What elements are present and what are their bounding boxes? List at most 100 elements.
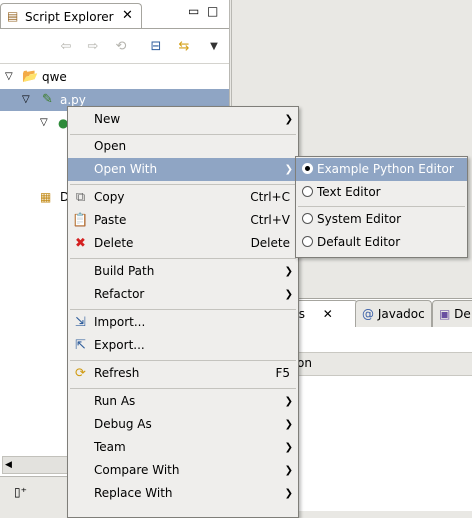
chevron-right-icon: ❯ [284,488,293,499]
menu-item-label: Team [94,440,126,454]
tab-label: De [454,307,471,321]
tab-javadoc[interactable]: @ Javadoc [355,300,432,327]
maximize-icon[interactable]: □ [207,4,218,18]
radio-icon [302,186,313,197]
minimize-icon[interactable]: ▭ [188,4,199,18]
menu-item-label: Open With [94,162,158,176]
project-folder-icon: 📂 [22,69,39,84]
close-icon[interactable]: ✕ [323,307,333,321]
menu-item-delete[interactable]: ✖ Delete Delete [68,232,298,255]
open-with-submenu: Example Python Editor Text Editor System… [295,156,468,258]
menu-item-label: Paste [94,213,127,227]
submenu-item-text-editor[interactable]: Text Editor [296,181,467,204]
menu-item-label: Export... [94,338,145,352]
menu-separator [70,184,296,185]
up-icon[interactable]: ⟲ [113,39,129,55]
menu-item-label: Refactor [94,287,145,301]
menu-item-label: Build Path [94,264,155,278]
script-explorer-tab-label: Script Explorer [25,10,114,24]
shortcut-label: Delete [250,236,290,250]
forward-icon[interactable]: ⇨ [85,39,101,55]
menu-separator [70,360,296,361]
tree-item-library[interactable]: ▦ D [0,186,69,208]
menu-separator [70,258,296,259]
submenu-item-label: System Editor [317,212,402,226]
link-with-editor-icon[interactable]: ⇆ [176,39,192,55]
shortcut-label: Ctrl+C [250,190,290,204]
context-menu: New ❯ Open Open With ❯ ⧉ Copy Ctrl+C 📋 P… [67,106,299,518]
script-explorer-icon: ▤ [7,9,19,23]
menu-item-copy[interactable]: ⧉ Copy Ctrl+C [68,186,298,209]
tree-item-label: qwe [42,70,67,84]
menu-item-label: Import... [94,315,146,329]
menu-item-replace-with[interactable]: Replace With ❯ [68,482,298,505]
close-icon[interactable]: ✕ [122,8,133,23]
menu-item-refactor[interactable]: Refactor ❯ [68,283,298,306]
menu-item-team[interactable]: Team ❯ [68,436,298,459]
export-icon: ⇱ [75,338,86,353]
menu-item-debug-as[interactable]: Debug As ❯ [68,413,298,436]
menu-item-label: Open [94,139,127,153]
column-header[interactable]: on [297,356,312,370]
script-explorer-tab[interactable]: ▤ Script Explorer ✕ [0,3,142,29]
declaration-icon: ▣ [439,307,451,321]
chevron-right-icon: ❯ [284,419,293,430]
chevron-right-icon: ❯ [284,289,293,300]
paste-icon: 📋 [72,213,89,228]
menu-item-paste[interactable]: 📋 Paste Ctrl+V [68,209,298,232]
menu-item-label: Replace With [94,486,173,500]
menu-item-label: Compare With [94,463,180,477]
menu-item-label: Run As [94,394,136,408]
delete-icon: ✖ [75,236,86,251]
menu-item-import[interactable]: ⇲ Import... [68,311,298,334]
javadoc-icon: @ [362,307,374,321]
fast-view-icon[interactable]: ▯⁺ [14,485,27,499]
menu-item-refresh[interactable]: ⟳ Refresh F5 [68,362,298,385]
chevron-down-icon[interactable]: ▽ [22,89,30,111]
shortcut-label: Ctrl+V [250,213,290,227]
chevron-right-icon: ❯ [284,164,293,175]
view-menu-icon[interactable]: ▼ [206,39,222,55]
chevron-right-icon: ❯ [284,114,293,125]
menu-item-build-path[interactable]: Build Path ❯ [68,260,298,283]
menu-item-label: Refresh [94,366,140,380]
tab-declaration[interactable]: ▣ De [432,300,472,327]
menu-item-open-with[interactable]: Open With ❯ [68,158,298,181]
menu-separator [70,309,296,310]
menu-item-new[interactable]: New ❯ [68,108,298,131]
chevron-down-icon[interactable]: ▽ [5,66,13,88]
menu-item-label: Delete [94,236,134,250]
menu-item-open[interactable]: Open [68,135,298,158]
menu-item-run-as[interactable]: Run As ❯ [68,390,298,413]
explorer-toolbar: ⇦ ⇨ ⟲ ⊟ ⇆ ▼ [0,29,229,64]
submenu-item-label: Example Python Editor [317,162,454,176]
menu-separator [70,388,296,389]
radio-icon [302,236,313,247]
tree-item-project[interactable]: ▽ 📂 qwe [0,66,229,88]
chevron-right-icon: ❯ [284,396,293,407]
collapse-all-icon[interactable]: ⊟ [148,39,164,55]
menu-item-compare-with[interactable]: Compare With ❯ [68,459,298,482]
submenu-item-system-editor[interactable]: System Editor [296,208,467,231]
back-icon[interactable]: ⇦ [58,39,74,55]
submenu-item-label: Default Editor [317,235,401,249]
submenu-item-label: Text Editor [317,185,381,199]
refresh-icon: ⟳ [75,366,86,381]
submenu-item-example-python-editor[interactable]: Example Python Editor [296,158,467,181]
menu-item-export[interactable]: ⇱ Export... [68,334,298,357]
submenu-item-default-editor[interactable]: Default Editor [296,231,467,254]
scroll-left-icon[interactable]: ◀ [5,457,12,473]
copy-icon: ⧉ [75,190,86,205]
radio-icon [302,213,313,224]
tree-item-class[interactable]: ▽ ● [0,112,68,134]
chevron-right-icon: ❯ [284,442,293,453]
chevron-right-icon: ❯ [284,465,293,476]
menu-item-label: New [94,112,121,126]
radio-selected-icon [302,163,313,174]
chevron-down-icon[interactable]: ▽ [40,112,48,134]
shortcut-label: F5 [275,366,290,380]
tab-label: Javadoc [377,307,425,321]
python-file-icon: ✎ [42,92,53,107]
chevron-right-icon: ❯ [284,266,293,277]
menu-item-label: Debug As [94,417,152,431]
